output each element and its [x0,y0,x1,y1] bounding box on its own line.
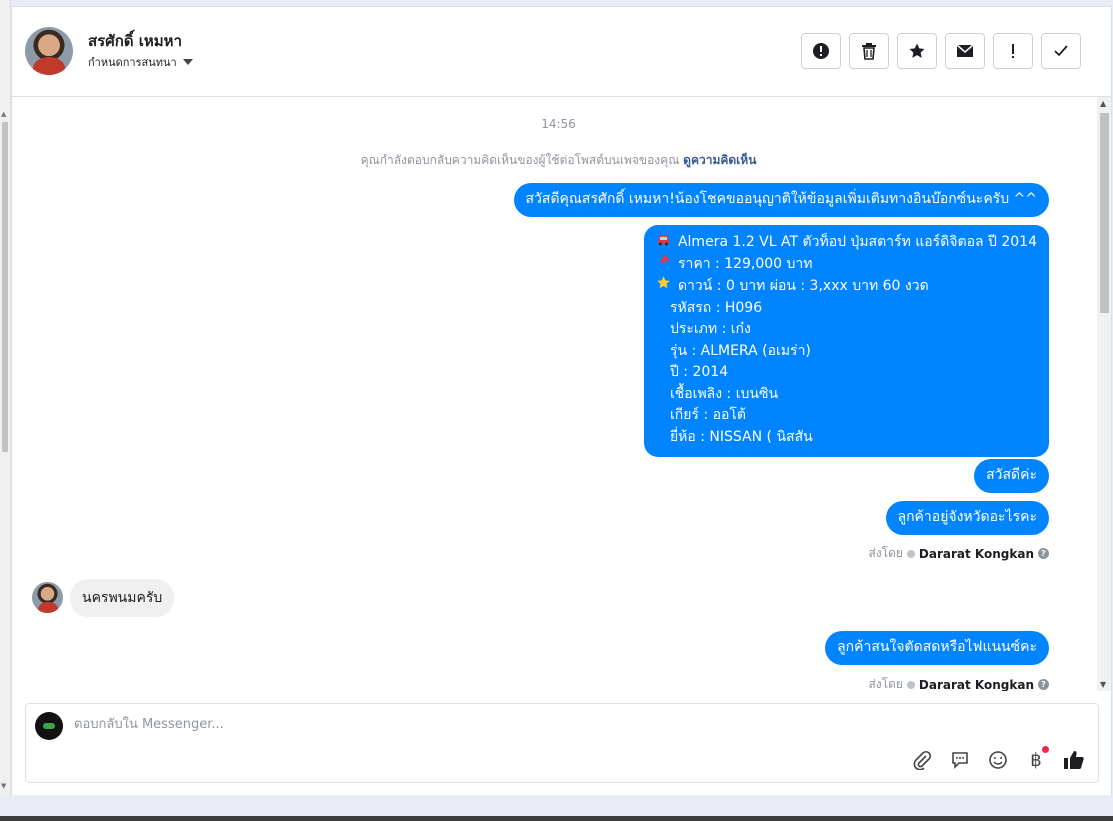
detail-line: ประเภท : เก๋ง [656,319,1037,341]
view-comment-link[interactable]: ดูความคิดเห็น [683,153,756,167]
delete-button[interactable] [849,33,889,69]
sent-by-name[interactable]: Dararat Kongkan [919,547,1034,561]
incoming-message[interactable]: นครพนมครับ [70,579,175,617]
exclamation-icon [1012,44,1014,58]
detail-down-payment: ดาวน์ : 0 บาท ผ่อน : 3,xxx บาท 60 งวด [677,277,929,294]
saved-replies-button[interactable] [948,748,972,772]
detail-line: ราคา : 129,000 บาท [656,254,1037,276]
detail-line: รหัสรถ : H096 [656,298,1037,320]
paperclip-icon [913,750,932,770]
pushpin-icon [656,254,672,276]
sent-by-name[interactable]: Dararat Kongkan [919,678,1034,692]
outgoing-message[interactable]: สวัสดีค่ะ [974,459,1049,493]
outer-scrollbar[interactable]: ▲ ▼ [0,0,11,795]
timestamp: 14:56 [541,117,576,131]
detail-gear: เกียร์ : ออโต้ [669,407,746,423]
detail-series: รุ่น : ALMERA (อเมร่า) [669,342,811,359]
help-icon[interactable]: ? [1038,679,1049,690]
mark-unread-button[interactable] [945,33,985,69]
detail-line: เชื้อเพลิง : เบนซิน [656,384,1037,406]
caret-down-icon [182,59,193,65]
notification-dot [1042,746,1049,753]
detail-line: รุ่น : ALMERA (อเมร่า) [656,341,1037,363]
sent-by-indicator: ส่งโดย Dararat Kongkan ? [868,544,1049,563]
sent-by-indicator: ส่งโดย Dararat Kongkan ? [868,675,1049,691]
reply-input[interactable] [72,716,876,733]
status-dot-icon [906,680,915,689]
outgoing-message-car-details[interactable]: Almera 1.2 VL AT ตัวท็อป ปุ่มสตาร์ท แอร์… [643,225,1049,457]
like-button[interactable] [1062,748,1086,772]
detail-brand: ยี่ห้อ : NISSAN ( นิสสัน [669,428,813,445]
attach-button[interactable] [910,748,934,772]
composer-toolbar: ฿ [910,746,1086,772]
conversation-toolbar [801,33,1081,69]
emoji-button[interactable] [986,748,1010,772]
conversation-panel: สรศักดิ์ เหมหา กำหนดการสนทนา 14:56 คุณกำ… [11,6,1112,796]
saved-reply-icon [952,752,968,769]
sent-by-label: ส่งโดย [868,677,903,691]
alert-circle-icon [813,43,829,59]
mark-done-button[interactable] [1041,33,1081,69]
thread-scrollbar[interactable]: ▲ ▼ [1097,97,1111,691]
spam-button[interactable] [993,33,1033,69]
contact-avatar[interactable] [25,27,73,75]
detail-price: ราคา : 129,000 บาท [677,255,813,272]
star-emoji-icon [656,275,672,298]
detail-line: Almera 1.2 VL AT ตัวท็อป ปุ่มสตาร์ท แอร์… [656,232,1037,254]
page-avatar [35,712,63,740]
outgoing-message[interactable]: ลูกค้าสนใจตัดสดหรือไฟแนนซ์คะ [825,631,1049,665]
detail-line: ยี่ห้อ : NISSAN ( นิสสัน [656,427,1037,449]
detail-year: ปี : 2014 [669,364,729,380]
reply-context-notice: คุณกำลังตอบกลับความคิดเห็นของผู้ใช้ต่อโพ… [12,151,1095,170]
message-thread[interactable]: 14:56 คุณกำลังตอบกลับความคิดเห็นของผู้ใช… [12,97,1095,691]
contact-name[interactable]: สรศักดิ์ เหมหา [88,29,182,53]
scroll-up-arrow-icon[interactable]: ▲ [1100,99,1106,108]
report-button[interactable] [801,33,841,69]
status-dot-icon [906,549,915,558]
outgoing-message[interactable]: ลูกค้าอยู่จังหวัดอะไรคะ [885,501,1049,535]
mail-icon [956,44,974,57]
detail-type: ประเภท : เก๋ง [669,321,751,337]
conversation-settings-label: กำหนดการสนทนา [88,56,177,69]
scroll-up-arrow-icon[interactable]: ▲ [1,110,6,118]
star-icon [909,43,925,58]
detail-code: รหัสรถ : H096 [669,299,763,316]
payment-button[interactable]: ฿ [1024,746,1049,772]
detail-line: ดาวน์ : 0 บาท ผ่อน : 3,xxx บาท 60 งวด [656,275,1037,298]
outer-scrollbar-thumb[interactable] [2,122,8,452]
conversation-settings-dropdown[interactable]: กำหนดการสนทนา [88,53,193,71]
baht-icon: ฿ [1030,749,1042,771]
detail-model: Almera 1.2 VL AT ตัวท็อป ปุ่มสตาร์ท แอร์… [677,234,1037,250]
detail-fuel: เชื้อเพลิง : เบนซิน [669,385,779,402]
star-button[interactable] [897,33,937,69]
thumbs-up-icon [1064,751,1084,769]
car-icon [656,232,672,254]
scroll-down-arrow-icon[interactable]: ▼ [1100,680,1106,689]
reply-composer: ฿ [25,703,1099,783]
emoji-icon [989,751,1007,769]
window-bottom-edge [0,816,1113,821]
detail-line: เกียร์ : ออโต้ [656,405,1037,427]
help-icon[interactable]: ? [1038,548,1049,559]
thread-scrollbar-thumb[interactable] [1100,113,1109,313]
detail-line: ปี : 2014 [656,362,1037,384]
scroll-down-arrow-icon[interactable]: ▼ [1,782,6,790]
sent-by-label: ส่งโดย [868,546,903,560]
conversation-header: สรศักดิ์ เหมหา กำหนดการสนทนา [12,7,1111,97]
contact-avatar-small[interactable] [32,582,63,613]
notice-text: คุณกำลังตอบกลับความคิดเห็นของผู้ใช้ต่อโพ… [360,153,680,167]
trash-icon [862,43,876,60]
outgoing-message[interactable]: สวัสดีคุณสรศักดิ์ เหมหา!น้องโชคขออนุญาติ… [513,183,1049,217]
check-icon [1054,45,1068,57]
